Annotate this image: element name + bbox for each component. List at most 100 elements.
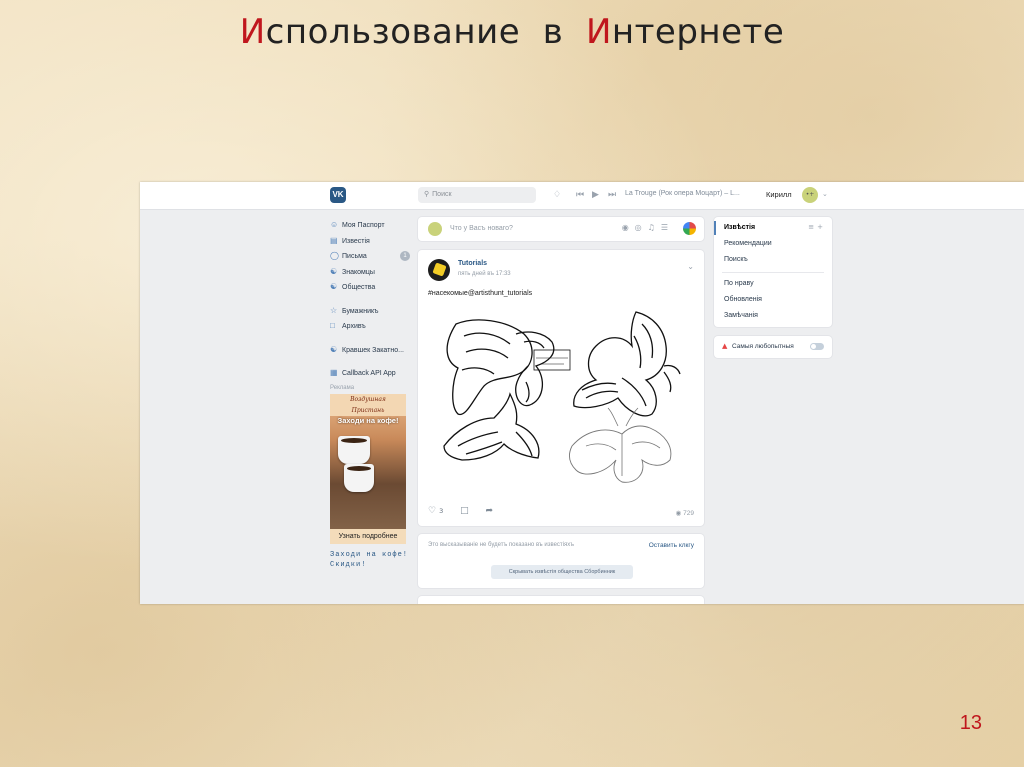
messages-icon: ◯	[330, 251, 339, 260]
filter-recommendations[interactable]: Рекомендации	[724, 240, 772, 247]
view-count: ◉ 729	[676, 509, 694, 517]
user-icon: ☺	[330, 220, 339, 229]
post-text[interactable]: #насекомые@artisthunt_tutorials	[428, 290, 532, 297]
coffee-cup-image	[338, 435, 370, 464]
chevron-down-icon[interactable]: ⌄	[822, 190, 828, 198]
user-name[interactable]: Кирилл	[766, 190, 792, 199]
feed-post: Tutorials пять дней въ 17:33 ⌄ #насекомы…	[418, 250, 704, 526]
feed-filter-menu: ≡+ Извѣстія Рекомендации Поискъ По нраву…	[714, 217, 832, 327]
divider	[722, 272, 824, 273]
composer-placeholder: Что у Васъ новаго?	[450, 225, 513, 232]
cancel-hide-link[interactable]: Оставить клкгу	[649, 542, 694, 549]
prev-track-icon[interactable]: ⏮	[576, 188, 584, 202]
like-icon[interactable]: ♡	[428, 506, 436, 516]
ad-headline: Заходи на кофе!	[337, 415, 399, 425]
communities-icon: ☯	[330, 282, 338, 291]
post-time[interactable]: пять дней въ 17:33	[458, 271, 511, 277]
bell-icon[interactable]: ♢	[553, 188, 561, 202]
filter-search[interactable]: Поискъ	[724, 256, 748, 263]
filter-updates[interactable]: Обновленія	[724, 296, 762, 303]
nav-label: Моя Паспорт	[342, 222, 385, 229]
filter-icon[interactable]: ≡+	[808, 223, 826, 231]
author-avatar[interactable]	[428, 259, 450, 281]
archive-icon: □	[330, 321, 335, 330]
nav-label: Callback API App	[342, 370, 396, 377]
group-icon: ☯	[330, 344, 338, 354]
chevron-down-icon[interactable]: ⌄	[687, 262, 694, 271]
stories-icon[interactable]	[683, 222, 696, 235]
ad-brand-line: Воздушная	[350, 395, 386, 403]
ad-brand: Воздушная Пристань	[330, 393, 406, 416]
post-author[interactable]: Tutorials	[458, 260, 487, 267]
nav-item-friends[interactable]: ☯ Знакомцы	[330, 264, 410, 280]
news-icon: ▤	[330, 235, 338, 245]
app-icon: ▦	[330, 368, 338, 377]
ad-brand-line: Пристань	[351, 406, 385, 414]
title-word: нтернете	[611, 12, 785, 52]
popular-toggle-panel: ▲ Самыя любопытныя	[714, 336, 832, 358]
nav-item-news[interactable]: ▤ Известія	[330, 233, 410, 249]
hidden-post-notice: Это высказываніе не будетъ показано въ и…	[418, 534, 704, 588]
avatar[interactable]: •+	[802, 187, 818, 203]
title-word: в	[542, 12, 564, 52]
ad-caption[interactable]: Заходи на кофе! Скидки!	[330, 550, 410, 570]
title-word: спользование	[265, 12, 521, 52]
next-post	[418, 596, 704, 604]
top-bar: VK ⚲ Поиск ♢ ⏮ ▶ ⏭ La Trouge (Рок опера М…	[140, 182, 1024, 210]
nav-label: Известія	[342, 237, 370, 245]
coffee-cup-image	[344, 463, 374, 492]
ad-more-button[interactable]: Узнать подробнее	[330, 528, 406, 544]
share-icon[interactable]: ➦	[485, 506, 493, 516]
play-icon[interactable]: ▶	[592, 188, 599, 202]
search-input[interactable]: ⚲ Поиск	[418, 187, 536, 203]
nav-item-messages[interactable]: ◯ Письма 1	[330, 248, 410, 264]
ad-caption-line: Заходи на кофе!	[330, 550, 409, 559]
active-indicator	[714, 221, 716, 235]
view-count-value: 729	[683, 510, 694, 517]
comment-icon[interactable]: □	[460, 506, 469, 516]
ads-label: Реклама	[330, 384, 355, 391]
nav-label: Письма	[342, 253, 367, 260]
filter-likes[interactable]: По нраву	[724, 280, 754, 287]
attach-icons[interactable]: ◉◎♫☰	[622, 223, 674, 232]
nav-item-archive[interactable]: □ Архивъ	[330, 318, 410, 334]
nav-label: Знакомцы	[342, 268, 375, 276]
friends-icon: ☯	[330, 266, 338, 276]
page-number: 13	[959, 712, 982, 734]
hidden-notice-text: Это высказываніе не будетъ показано въ и…	[428, 542, 574, 548]
nav-label: Архивъ	[342, 323, 366, 330]
search-icon: ⚲	[424, 191, 430, 198]
vk-logo[interactable]: VK	[330, 187, 346, 203]
left-nav: ☺ Моя Паспорт ▤ Известія ◯ Письма 1 ☯ Знакомц…	[330, 217, 410, 570]
like-count: 3	[439, 507, 444, 515]
nav-label: Общества	[342, 284, 376, 291]
nav-item-bookmarks[interactable]: ☆ Бумажникъ	[330, 303, 410, 319]
unread-badge: 1	[400, 251, 410, 261]
filter-comments[interactable]: Замѣчанія	[724, 312, 758, 319]
now-playing[interactable]: La Trouge (Рок опера Моцарт) – L...	[625, 190, 740, 197]
nav-item-communities[interactable]: ☯ Общества	[330, 279, 410, 295]
ad-banner[interactable]: Воздушная Пристань Заходи на кофе! Узнать…	[330, 393, 406, 544]
hide-community-button[interactable]: Скрывать извѣстія общества Сборбинник	[491, 565, 633, 579]
fire-icon: ▲	[722, 342, 728, 350]
title-initial: И	[239, 12, 266, 52]
post-actions: ♡ 3 □ ➦	[428, 506, 507, 516]
popular-toggle[interactable]	[810, 343, 824, 350]
nav-item-group[interactable]: ☯ Кравшек Закатно...	[330, 342, 410, 358]
ad-caption-line: Скидки!	[330, 560, 367, 569]
title-initial: И	[585, 12, 612, 52]
nav-label: Кравшек Закатно...	[342, 346, 404, 354]
avatar	[428, 222, 442, 236]
slide-title: Использование в Интернете	[0, 12, 1024, 52]
search-placeholder: Поиск	[432, 191, 452, 198]
butterfly-drawings-image[interactable]	[436, 306, 686, 496]
nav-item-app[interactable]: ▦ Callback API App	[330, 365, 410, 381]
nav-item-profile[interactable]: ☺ Моя Паспорт	[330, 217, 410, 233]
post-composer[interactable]: Что у Васъ новаго? ◉◎♫☰	[418, 217, 704, 241]
next-track-icon[interactable]: ⏭	[608, 188, 616, 202]
bookmark-icon: ☆	[330, 305, 338, 315]
popular-label: Самыя любопытныя	[732, 343, 794, 350]
nav-label: Бумажникъ	[342, 307, 379, 315]
vk-screenshot: VK ⚲ Поиск ♢ ⏮ ▶ ⏭ La Trouge (Рок опера М…	[140, 182, 1024, 604]
filter-news[interactable]: Извѣстія	[724, 224, 755, 231]
